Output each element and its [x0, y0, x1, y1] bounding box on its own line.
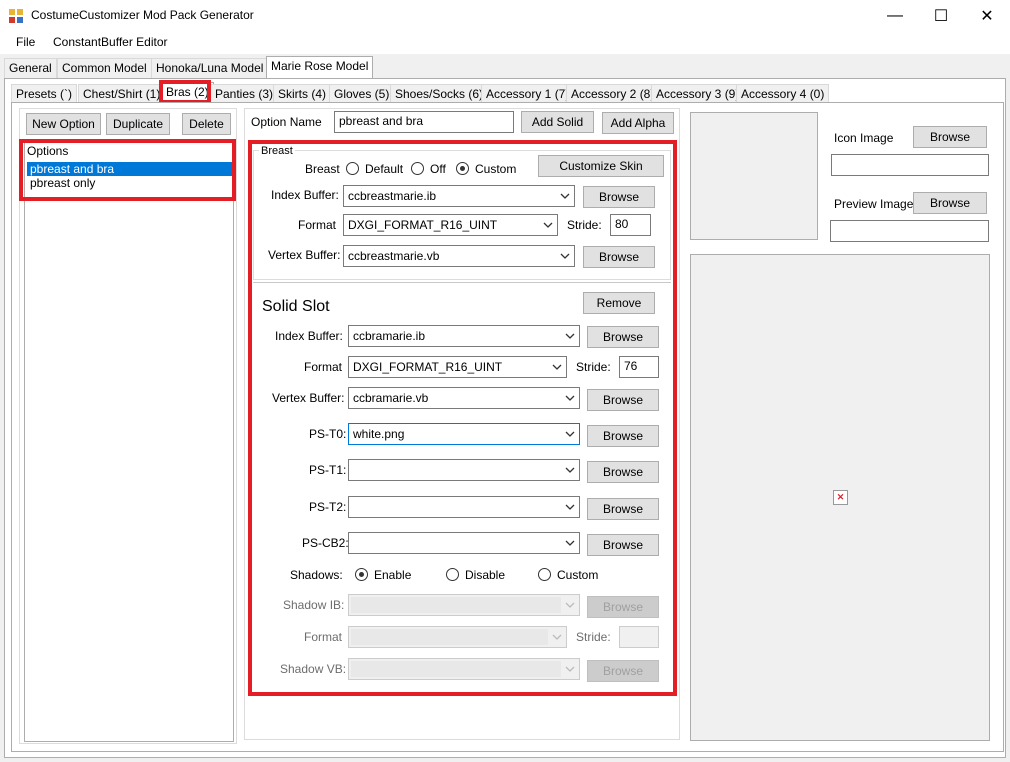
icon-image-preview [690, 112, 818, 240]
maximize-button[interactable]: ☐ [918, 0, 964, 32]
bras-tab-highlight [159, 80, 211, 104]
menu-bar: File ConstantBuffer Editor [0, 32, 1010, 54]
tab-panties[interactable]: Panties (3) [210, 84, 279, 104]
window-title: CostumeCustomizer Mod Pack Generator [31, 8, 254, 22]
tab-honoka-luna-model[interactable]: Honoka/Luna Model [151, 58, 269, 78]
options-highlight [19, 139, 236, 201]
icon-image-browse-button[interactable]: Browse [913, 126, 987, 148]
main-tab-strip: General Common Model Honoka/Luna Model M… [4, 56, 1004, 78]
close-button[interactable]: ✕ [964, 0, 1010, 32]
add-solid-button[interactable]: Add Solid [521, 111, 594, 133]
option-name-input[interactable]: pbreast and bra [334, 111, 514, 133]
delete-button[interactable]: Delete [182, 113, 231, 135]
tab-accessory-4[interactable]: Accessory 4 (0) [736, 84, 830, 104]
tab-skirts[interactable]: Skirts (4) [273, 84, 331, 104]
option-name-label: Option Name [251, 115, 322, 129]
tab-shoes-socks[interactable]: Shoes/Socks (6) [390, 84, 489, 104]
add-alpha-button[interactable]: Add Alpha [602, 112, 674, 134]
icon-image-label: Icon Image [834, 131, 894, 145]
broken-image-icon: ✕ [833, 490, 848, 505]
new-option-button[interactable]: New Option [26, 113, 101, 135]
app-icon [9, 9, 23, 23]
preview-image-label: Preview Image [834, 197, 914, 211]
menu-constantbuffer-editor[interactable]: ConstantBuffer Editor [53, 35, 168, 49]
menu-file[interactable]: File [16, 35, 35, 49]
tab-presets[interactable]: Presets (`) [11, 84, 78, 104]
tab-accessory-1[interactable]: Accessory 1 (7) [481, 84, 575, 104]
icon-image-path-input[interactable] [831, 154, 989, 176]
duplicate-button[interactable]: Duplicate [106, 113, 170, 135]
tab-accessory-3[interactable]: Accessory 3 (9) [651, 84, 745, 104]
tab-common-model[interactable]: Common Model [57, 58, 152, 78]
minimize-button[interactable]: — [872, 0, 918, 32]
preview-image-path-input[interactable] [830, 220, 989, 242]
title-bar: CostumeCustomizer Mod Pack Generator — ☐… [0, 0, 1010, 32]
tab-accessory-2[interactable]: Accessory 2 (8) [566, 84, 660, 104]
options-listbox[interactable]: Options pbreast and bra pbreast only [24, 142, 234, 742]
tab-general[interactable]: General [4, 58, 57, 78]
tab-chest-shirt[interactable]: Chest/Shirt (1) [78, 84, 166, 104]
editor-highlight [248, 140, 677, 696]
preview-image-browse-button[interactable]: Browse [913, 192, 987, 214]
preview-image-box: ✕ [690, 254, 990, 741]
tab-marie-rose-model[interactable]: Marie Rose Model [266, 56, 374, 78]
tab-gloves[interactable]: Gloves (5) [329, 84, 395, 104]
